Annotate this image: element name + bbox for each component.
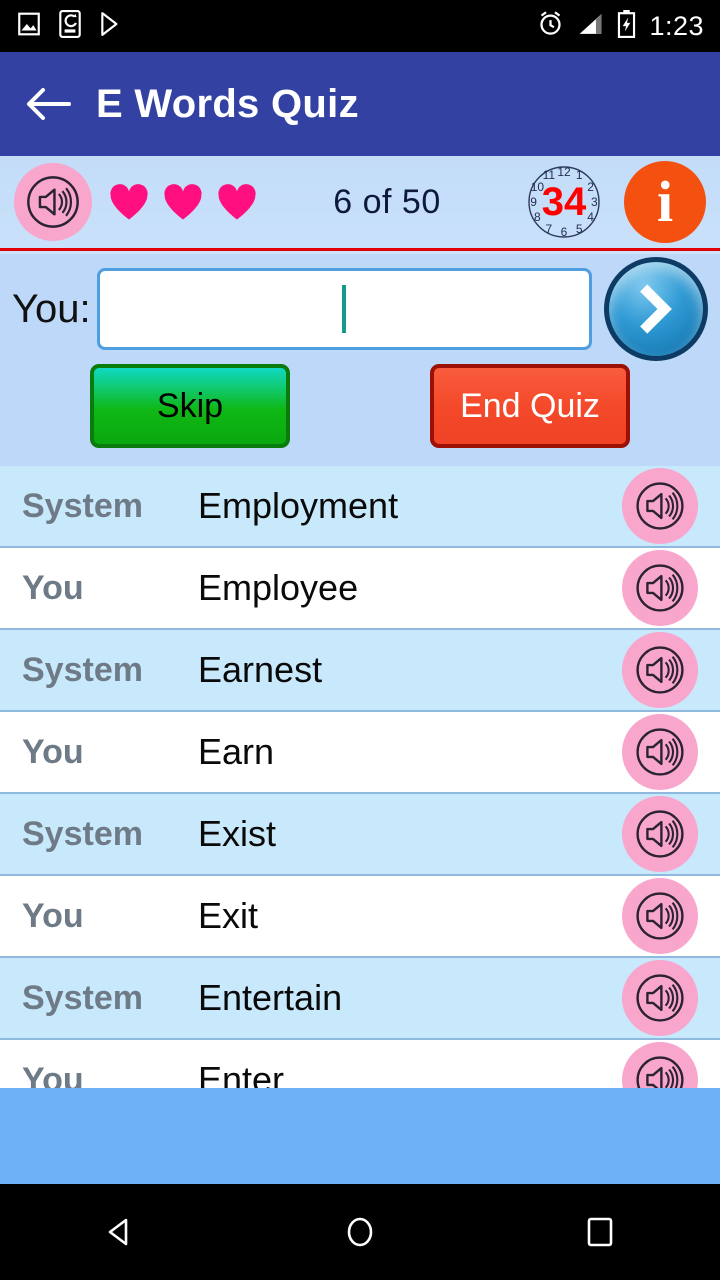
- clock-numeral: 3: [591, 195, 598, 209]
- nav-home-icon: [347, 1217, 373, 1247]
- clock-numeral: 7: [545, 221, 553, 236]
- answer-area: You: Skip End Quiz: [0, 254, 720, 466]
- back-arrow-icon: [27, 88, 71, 120]
- row-speaker-label: System: [22, 978, 143, 1017]
- speaker-icon: [27, 176, 79, 228]
- clock-numeral: 12: [557, 164, 571, 179]
- status-bar-right-icons: 1:23: [537, 9, 704, 43]
- clock-numeral: 6: [560, 225, 568, 240]
- clock-numeral: 2: [587, 179, 594, 194]
- status-bar-clock: 1:23: [649, 10, 704, 41]
- row-speaker-label: You: [22, 1060, 84, 1089]
- nav-home-button[interactable]: [300, 1184, 420, 1280]
- heart-icon: [164, 184, 202, 220]
- info-icon: i: [656, 169, 674, 234]
- clock-numeral: 8: [534, 210, 541, 225]
- table-row[interactable]: System Exist: [0, 794, 720, 876]
- row-speaker-label: You: [22, 896, 84, 935]
- image-icon: [16, 11, 42, 42]
- nav-recents-button[interactable]: [540, 1184, 660, 1280]
- row-speaker-button[interactable]: [622, 468, 698, 544]
- clock-numeral: 9: [530, 195, 537, 209]
- heart-icon: [110, 184, 148, 220]
- table-row[interactable]: You Enter: [0, 1040, 720, 1088]
- alarm-icon: [537, 10, 564, 42]
- speaker-icon: [636, 892, 684, 940]
- row-speaker-button[interactable]: [622, 1042, 698, 1088]
- submit-button[interactable]: [604, 257, 708, 361]
- speaker-icon: [636, 974, 684, 1022]
- table-row[interactable]: System Earnest: [0, 630, 720, 712]
- table-row[interactable]: System Employment: [0, 466, 720, 548]
- row-speaker-label: System: [22, 650, 143, 689]
- text-caret: [342, 285, 347, 333]
- row-speaker-label: You: [22, 732, 84, 771]
- phone-sync-icon: [58, 9, 82, 43]
- speaker-icon: [636, 1056, 684, 1088]
- countdown-clock: 12 1 2 3 4 5 6 7 8 9 10 11 34: [526, 164, 602, 240]
- answer-input-row: You:: [0, 254, 720, 364]
- info-button[interactable]: i: [624, 161, 706, 243]
- table-row[interactable]: You Earn: [0, 712, 720, 794]
- lives-indicator: [108, 182, 258, 222]
- battery-charging-icon: [617, 9, 636, 43]
- question-counter: 6 of 50: [333, 182, 441, 221]
- row-speaker-button[interactable]: [622, 878, 698, 954]
- page-title: E Words Quiz: [96, 81, 359, 126]
- nav-recents-icon: [587, 1217, 613, 1247]
- clock-numeral: 5: [575, 221, 583, 236]
- play-store-icon: [98, 11, 124, 42]
- app-screen: 1:23 E Words Quiz 6 of 50 12 1 2 3 4 5 6…: [0, 0, 720, 1280]
- skip-button[interactable]: Skip: [90, 364, 290, 448]
- row-speaker-button[interactable]: [622, 632, 698, 708]
- quiz-status-bar: 6 of 50 12 1 2 3 4 5 6 7 8 9 10 11 34 i: [0, 156, 720, 251]
- system-nav-bar: [0, 1184, 720, 1280]
- nav-back-icon: [108, 1218, 128, 1246]
- row-speaker-label: System: [22, 486, 143, 525]
- row-speaker-button[interactable]: [622, 714, 698, 790]
- nav-back-button[interactable]: [60, 1184, 180, 1280]
- table-row[interactable]: System Entertain: [0, 958, 720, 1040]
- speaker-icon: [636, 728, 684, 776]
- app-bar: E Words Quiz: [0, 52, 720, 156]
- speaker-icon: [636, 810, 684, 858]
- speaker-icon: [636, 482, 684, 530]
- history-list[interactable]: System Employment You Employee System Ea…: [0, 466, 720, 1088]
- timer-value: 34: [541, 180, 587, 224]
- action-button-row: Skip End Quiz: [0, 364, 720, 448]
- row-speaker-label: System: [22, 814, 143, 853]
- status-bar: 1:23: [0, 0, 720, 52]
- end-quiz-button[interactable]: End Quiz: [430, 364, 630, 448]
- row-speaker-button[interactable]: [622, 550, 698, 626]
- bottom-blue-band: [0, 1088, 720, 1184]
- back-button[interactable]: [0, 52, 96, 156]
- table-row[interactable]: You Employee: [0, 548, 720, 630]
- clock-numeral: 4: [587, 210, 594, 225]
- you-label: You:: [12, 286, 91, 331]
- speaker-icon: [636, 646, 684, 694]
- answer-input[interactable]: [96, 268, 592, 350]
- speaker-icon: [636, 564, 684, 612]
- row-speaker-button[interactable]: [622, 796, 698, 872]
- table-row[interactable]: You Exit: [0, 876, 720, 958]
- signal-icon: [577, 12, 604, 41]
- word-speaker-button[interactable]: [14, 163, 92, 241]
- chevron-right-icon: [640, 284, 672, 334]
- row-speaker-label: You: [22, 568, 84, 607]
- status-bar-left-icons: [16, 9, 124, 43]
- row-speaker-button[interactable]: [622, 960, 698, 1036]
